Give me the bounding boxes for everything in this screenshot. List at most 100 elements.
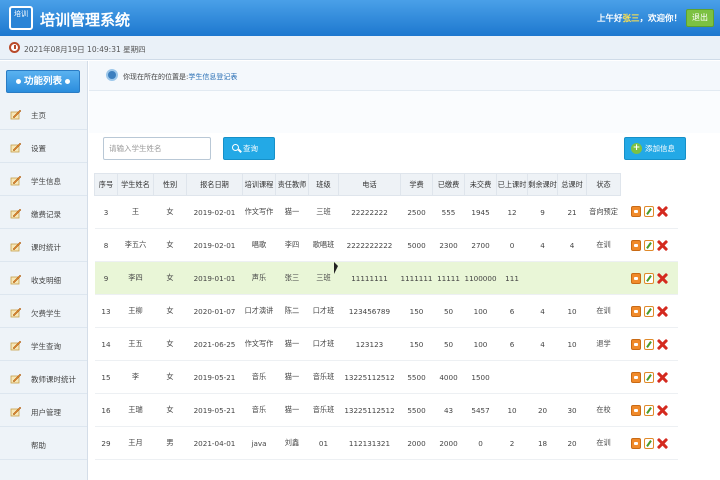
table-cell: 王月 (117, 426, 154, 460)
table-cell: 5457 (464, 393, 497, 427)
table-row[interactable]: 14 王五女 2021-06-25 作文写作 猫一 口才班 123123 150 50 100 6 4… (94, 327, 678, 361)
column-header[interactable]: 培训课程 (242, 173, 276, 196)
table-row[interactable]: 8 李五六女 2019-02-01 唱歌 李四 歌唱班 2222222222 5000 2300… (94, 228, 678, 262)
table-cell: 女 (153, 327, 187, 361)
column-header[interactable]: 序号 (94, 173, 118, 196)
table-cell: 2019-05-21 (186, 360, 243, 394)
sidebar-item[interactable]: 设置 (0, 131, 87, 163)
current-datetime: 2021年08月19日 10:49:31 星期四 (24, 45, 146, 54)
student-name-search-input[interactable] (103, 137, 211, 160)
column-header[interactable]: 未交费 (464, 173, 498, 196)
column-header[interactable]: 报名日期 (186, 173, 243, 196)
table-cell: 4000 (432, 360, 465, 394)
table-cell: 女 (153, 228, 187, 262)
table-cell: 1111111 (400, 261, 433, 295)
delete-icon[interactable] (657, 206, 668, 217)
table-cell: java (242, 426, 276, 460)
table-cell: 2019-02-01 (186, 195, 243, 229)
table-row[interactable]: 29 王月男 2021-04-01 java 刘鑫 01 112131321 2000 2000… (94, 426, 678, 460)
column-header[interactable]: 责任教师 (275, 173, 309, 196)
table-cell: 音乐班 (308, 360, 339, 394)
table-cell: 猫一 (275, 195, 309, 229)
column-header[interactable]: 班级 (308, 173, 339, 196)
view-icon[interactable] (630, 437, 641, 449)
column-header[interactable]: 电话 (338, 173, 401, 196)
edit-icon[interactable] (643, 404, 654, 416)
sidebar-item[interactable]: 课时统计 (0, 230, 87, 262)
table-cell: 李 (117, 360, 154, 394)
edit-icon[interactable] (643, 239, 654, 251)
sidebar-item[interactable]: 学生查询 (0, 329, 87, 361)
table-row[interactable]: 16 王瑞女 2019-05-21 音乐 猫一 音乐班 13225112512 5500 43 5… (94, 393, 678, 427)
table-row[interactable]: 15 李女 2019-05-21 音乐 猫一 音乐班 13225112512 5500 4000… (94, 360, 678, 394)
location-icon (106, 69, 118, 81)
table-row[interactable]: 9 李四女 2019-01-01 声乐 张三 三班 11111111 1111111 11111… (94, 261, 678, 295)
add-info-button[interactable]: + 添加信息 (624, 137, 686, 160)
sidebar-item[interactable]: 用户管理 (0, 395, 87, 427)
view-icon[interactable] (630, 371, 641, 383)
column-header[interactable]: 性别 (153, 173, 187, 196)
sidebar-item[interactable]: 学生信息 (0, 164, 87, 196)
table-cell: 16 (94, 393, 118, 427)
sidebar-item[interactable]: 缴费记录 (0, 197, 87, 229)
table-row[interactable]: 13 王柳女 2020-01-07 口才演讲 陈二 口才班 123456789 150 50 10… (94, 294, 678, 328)
view-icon[interactable] (630, 404, 641, 416)
table-cell: 张三 (275, 261, 309, 295)
row-actions (620, 327, 678, 361)
date-bar: 2021年08月19日 10:49:31 星期四 (0, 36, 720, 60)
edit-icon[interactable] (643, 371, 654, 383)
sidebar-item[interactable]: 欠费学生 (0, 296, 87, 328)
view-icon[interactable] (630, 305, 641, 317)
table-cell: 4 (527, 327, 558, 361)
delete-icon[interactable] (657, 405, 668, 416)
sidebar-item[interactable]: 教师课时统计 (0, 362, 87, 394)
table-cell: 50 (432, 327, 465, 361)
table-cell: 2021-06-25 (186, 327, 243, 361)
table-cell: 01 (308, 426, 339, 460)
table-cell: 王柳 (117, 294, 154, 328)
table-cell: 在训 (586, 228, 621, 262)
breadcrumb-current[interactable]: 学生信息登记表 (188, 73, 237, 81)
view-icon[interactable] (630, 239, 641, 251)
bullet-icon (65, 79, 70, 84)
delete-icon[interactable] (657, 438, 668, 449)
delete-icon[interactable] (657, 372, 668, 383)
row-actions (620, 294, 678, 328)
table-cell: 2222222222 (338, 228, 401, 262)
column-header[interactable]: 学费 (399, 173, 434, 196)
top-header: 培训 培训管理系统 上午好张三，欢迎你！ 退出 (0, 0, 720, 36)
edit-icon[interactable] (643, 437, 654, 449)
delete-icon[interactable] (657, 306, 668, 317)
logo-text: 培训 (14, 10, 28, 18)
search-button[interactable]: 查询 (223, 137, 275, 160)
table-row[interactable]: 3 王女 2019-02-01 作文写作 猫一 三班 22222222 2500 555 1945… (94, 195, 678, 229)
column-header[interactable]: 剩余课时 (527, 173, 559, 196)
view-icon[interactable] (630, 206, 641, 218)
sidebar-item[interactable]: 帮助 (0, 428, 87, 460)
delete-icon[interactable] (657, 273, 668, 284)
edit-icon[interactable] (643, 338, 654, 350)
column-header[interactable]: 总课时 (557, 173, 588, 196)
greeting: 上午好张三，欢迎你！ (597, 12, 682, 24)
sidebar-item[interactable]: 主页 (0, 98, 87, 130)
table-cell: 555 (432, 195, 465, 229)
sidebar-item-label: 用户管理 (31, 408, 61, 417)
edit-icon[interactable] (643, 305, 654, 317)
column-header[interactable]: 已缴费 (432, 173, 466, 196)
column-header[interactable]: 已上课时 (496, 173, 529, 196)
view-icon[interactable] (630, 272, 641, 284)
delete-icon[interactable] (657, 339, 668, 350)
sidebar-item[interactable]: 收支明细 (0, 263, 87, 295)
logout-button[interactable]: 退出 (686, 9, 714, 27)
edit-icon[interactable] (643, 206, 654, 218)
table-cell: 123456789 (338, 294, 401, 328)
view-icon[interactable] (630, 338, 641, 350)
table-cell: 1100000 (464, 261, 497, 295)
edit-icon[interactable] (643, 272, 654, 284)
table-cell: 12 (496, 195, 528, 229)
table-cell: 6 (496, 294, 528, 328)
column-header[interactable]: 学生姓名 (117, 173, 154, 196)
delete-icon[interactable] (657, 240, 668, 251)
column-header[interactable]: 状态 (586, 173, 622, 196)
greeting-suffix: ，欢迎你！ (639, 14, 682, 24)
